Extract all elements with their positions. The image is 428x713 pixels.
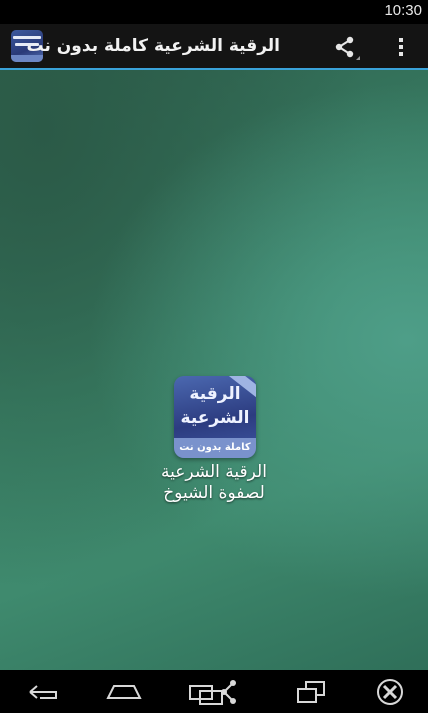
home-icon <box>106 685 142 699</box>
status-time: 10:30 <box>384 2 422 19</box>
overflow-menu-icon <box>399 38 403 56</box>
app-shortcut-icon[interactable]: الرقية الشرعية كاملة بدون نت <box>174 376 256 458</box>
icon-title-line2: الشرعية <box>180 408 250 428</box>
icon-title-line1: الرقية <box>189 384 241 404</box>
status-bar: 10:30 <box>0 0 428 24</box>
back-icon <box>29 685 57 699</box>
share-icon <box>335 36 360 60</box>
close-icon <box>377 679 403 705</box>
share-button[interactable] <box>330 32 360 62</box>
recent-apps-button[interactable] <box>294 676 330 708</box>
app-title: الرقية الشرعية كاملة بدون نت <box>26 36 281 56</box>
app-shortcut[interactable]: الرقية الشرعية كاملة بدون نت الرقية الشر… <box>142 374 286 514</box>
home-screen: الرقية الشرعية كاملة بدون نت الرقية الشر… <box>0 70 428 670</box>
share-screen-button[interactable] <box>186 676 242 708</box>
close-button[interactable] <box>372 676 408 708</box>
recent-apps-icon <box>297 681 325 703</box>
back-button[interactable] <box>26 676 62 708</box>
share-screen-icon <box>189 680 236 705</box>
overflow-menu-button[interactable] <box>388 32 414 62</box>
home-button[interactable] <box>104 676 144 708</box>
navigation-bar <box>0 670 428 713</box>
app-shortcut-label: الرقية الشرعية لصفوة الشيوخ <box>142 462 286 504</box>
shortcut-label-line1: الرقية الشرعية <box>161 462 267 482</box>
icon-band: كاملة بدون نت <box>174 438 256 458</box>
shortcut-label-line2: لصفوة الشيوخ <box>163 483 265 503</box>
